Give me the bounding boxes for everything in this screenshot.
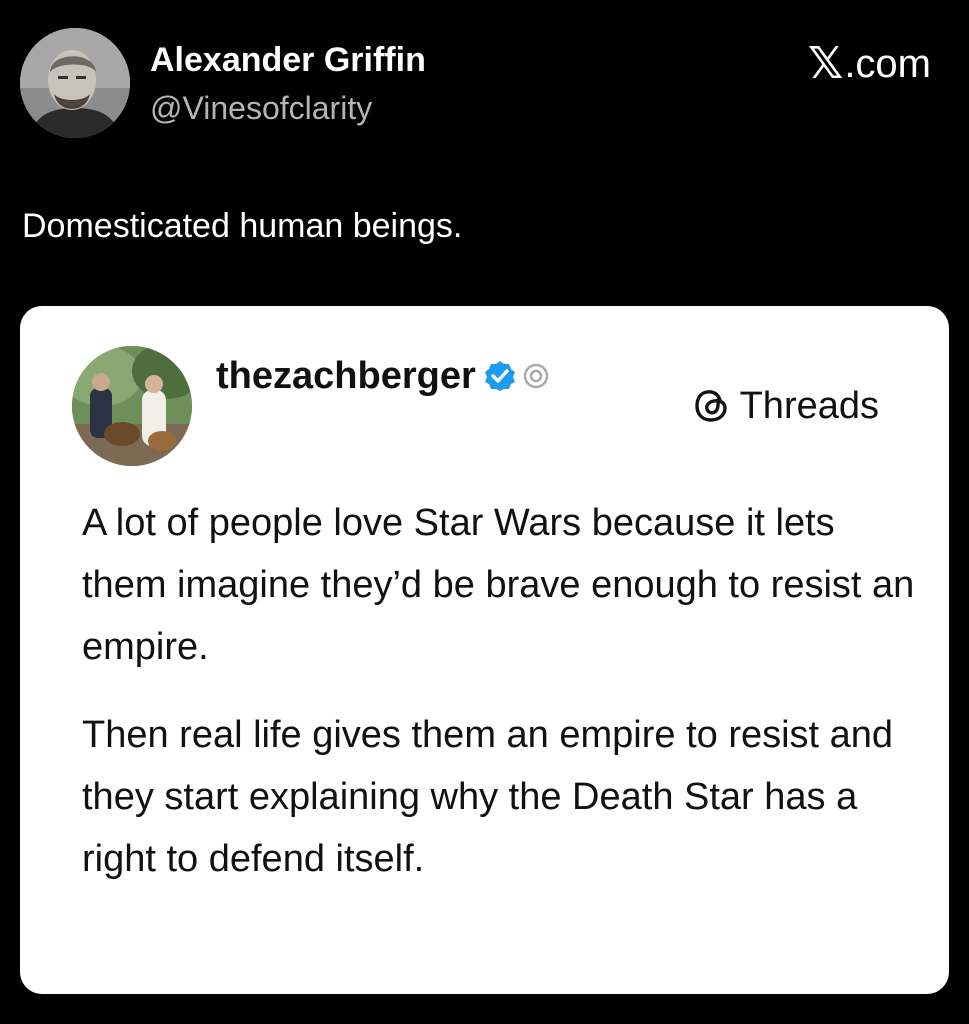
author-name[interactable]: Alexander Griffin: [150, 40, 426, 80]
quoted-post-paragraph-2: Then real life gives them an empire to r…: [82, 714, 894, 880]
x-brand-logo: 𝕏 .com: [808, 40, 931, 88]
quoted-author-name[interactable]: thezachberger: [216, 352, 476, 400]
person-avatar-icon: [20, 28, 130, 138]
quoted-author-row: thezachberger: [216, 352, 550, 400]
author-handle[interactable]: @Vinesofclarity: [150, 88, 372, 128]
threads-small-icon: [523, 363, 548, 389]
tweet-text: Domesticated human beings.: [22, 207, 463, 245]
quoted-author-avatar[interactable]: [72, 346, 192, 466]
verified-badge-icon: [484, 361, 515, 391]
x-brand-suffix: .com: [844, 42, 931, 86]
author-avatar[interactable]: [20, 28, 130, 138]
threads-brand-label: Threads: [739, 385, 879, 427]
threads-logo-icon: [694, 390, 727, 422]
threads-brand: Threads: [692, 382, 879, 430]
quoted-post-paragraph-1: A lot of people love Star Wars because i…: [82, 502, 915, 668]
x-logo-icon: 𝕏: [807, 39, 844, 88]
quoted-post-card[interactable]: thezachberger Threads A lot of people lo…: [20, 306, 949, 994]
person-with-dogs-avatar-icon: [72, 346, 192, 466]
